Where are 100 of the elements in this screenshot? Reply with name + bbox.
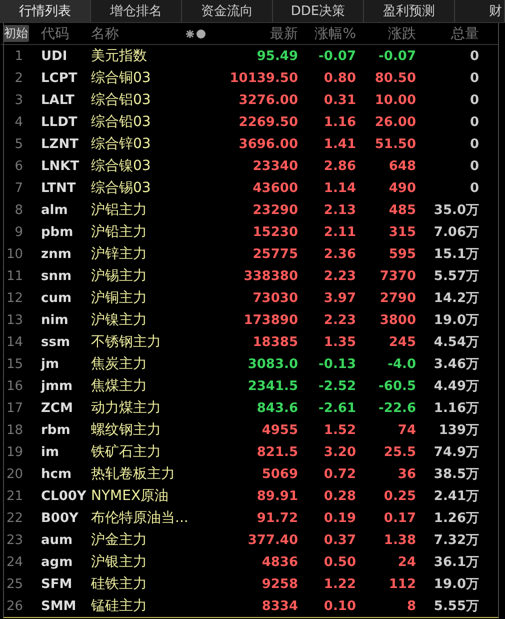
symbol-cell-text: agm — [40, 554, 74, 570]
tab[interactable]: 行情列表 — [0, 0, 91, 22]
name-cell-text: 综合镍03 — [91, 157, 152, 175]
name-cell-text: 综合铝03 — [91, 91, 152, 109]
row-number: 16 — [5, 378, 24, 394]
percent-change-cell-text: 1.14 — [322, 180, 356, 196]
change-cell-text: 8 — [406, 598, 416, 614]
price-cell-text: 91.72 — [256, 510, 298, 526]
column-header[interactable]: 代码 — [31, 24, 91, 42]
symbol-cell-text: ssm — [40, 334, 72, 350]
symbol-cell-text: hcm — [40, 466, 73, 482]
price-cell-text: 15230 — [252, 224, 298, 240]
change-cell-text: 2790 — [378, 290, 416, 306]
percent-change-cell-text: 0.10 — [322, 598, 356, 614]
column-header[interactable]: 涨跌 — [356, 24, 416, 42]
percent-change-cell-text: 0.37 — [322, 532, 356, 548]
name-cell-text: 沪铝主力 — [91, 201, 148, 219]
percent-change-cell-text: -0.13 — [318, 356, 356, 372]
change-cell-text: 26.00 — [374, 114, 416, 130]
change-cell-text: 245 — [388, 334, 416, 350]
column-header[interactable]: 名称 — [91, 24, 119, 42]
change-cell-text: 490 — [388, 180, 416, 196]
name-cell-text: 沪银主力 — [91, 553, 148, 571]
name-cell-text: 沪铅主力 — [91, 223, 148, 241]
row-number: 8 — [14, 202, 24, 218]
volume-cell-text: 5.55万 — [432, 598, 479, 615]
price-cell-text: 3696.00 — [238, 136, 298, 152]
symbol-cell-text: UDI — [40, 48, 68, 64]
row-number: 17 — [5, 400, 24, 416]
volume-cell-text: 7.06万 — [432, 224, 479, 241]
percent-change-cell-text: -2.52 — [318, 378, 356, 394]
symbol-cell-text: LALT — [40, 92, 76, 108]
name-cell-text: 美元指数 — [91, 47, 148, 65]
volume-cell-text: 0 — [468, 180, 479, 196]
volume-cell-text: 7.32万 — [432, 532, 479, 549]
name-cell-text: 综合铅03 — [91, 113, 152, 131]
volume-cell-text: 36.1万 — [432, 554, 479, 571]
change-cell-text: -0.07 — [378, 48, 416, 64]
row-number: 12 — [5, 290, 24, 306]
change-cell-text: 25.5 — [382, 444, 416, 460]
row-number: 24 — [5, 554, 24, 570]
volume-cell-text: 1.16万 — [432, 400, 479, 417]
volume-cell-text: 74.9万 — [432, 444, 479, 461]
price-cell-text: 18385 — [252, 334, 298, 350]
price-cell-text: 10139.50 — [228, 70, 298, 86]
volume-cell-text: 0 — [468, 136, 479, 152]
name-cell-text: 硅铁主力 — [91, 575, 148, 593]
percent-change-cell-text: 1.52 — [322, 422, 356, 438]
row-number: 25 — [5, 576, 24, 592]
name-cell-text: 螺纹钢主力 — [91, 421, 162, 439]
percent-change-cell-text: 1.35 — [322, 334, 356, 350]
row-number: 13 — [5, 312, 24, 328]
percent-change-cell-text: 0.19 — [322, 510, 356, 526]
row-number: 10 — [5, 246, 24, 262]
row-number: 11 — [5, 268, 24, 284]
percent-change-cell-text: 0.50 — [322, 554, 356, 570]
volume-cell-text: 19.0万 — [432, 576, 479, 593]
symbol-cell-text: rbm — [40, 422, 72, 438]
name-cell-text: 沪铜主力 — [91, 289, 148, 307]
price-cell-text: 843.6 — [256, 400, 298, 416]
column-header[interactable]: 涨幅% — [298, 24, 356, 42]
change-cell-text: 3800 — [378, 312, 416, 328]
symbol-cell-text: alm — [40, 202, 69, 218]
change-cell-text: 10.00 — [374, 92, 416, 108]
symbol-cell-text: LCPT — [40, 70, 78, 86]
price-cell-text: 4836 — [260, 554, 298, 570]
name-cell-text: 不锈钢主力 — [91, 333, 162, 351]
change-cell-text: -4.0 — [386, 356, 416, 372]
sort-icon[interactable] — [185, 28, 207, 38]
symbol-cell-text: znm — [40, 246, 72, 262]
percent-change-cell-text: 2.36 — [322, 246, 356, 262]
row-number: 6 — [14, 158, 24, 174]
volume-cell-text: 14.2万 — [432, 290, 479, 307]
price-cell-text: 3276.00 — [238, 92, 298, 108]
column-header[interactable]: 最新 — [211, 24, 298, 42]
change-cell-text: -60.5 — [378, 378, 416, 394]
price-cell-text: 821.5 — [256, 444, 298, 460]
price-cell-text: 43600 — [252, 180, 298, 196]
column-header[interactable]: 总量 — [416, 24, 479, 42]
price-cell-text: 5069 — [260, 466, 298, 482]
reset-button[interactable]: 初始 — [3, 25, 29, 42]
change-cell-text: 112 — [388, 576, 416, 592]
price-cell-text: 8334 — [260, 598, 298, 614]
price-cell-text: 3083.0 — [246, 356, 298, 372]
volume-cell-text: 4.54万 — [432, 334, 479, 351]
name-cell-text: 综合锌03 — [91, 135, 152, 153]
row-number: 19 — [5, 444, 24, 460]
percent-change-cell-text: -0.07 — [318, 48, 356, 64]
volume-cell-text: 5.57万 — [432, 268, 479, 285]
name-cell-text: 锰硅主力 — [91, 597, 148, 615]
name-cell-text: 动力煤主力 — [91, 399, 162, 417]
percent-change-cell-text: 3.20 — [322, 444, 356, 460]
row-number: 3 — [14, 92, 24, 108]
price-cell-text: 23290 — [252, 202, 298, 218]
row-number: 7 — [14, 180, 24, 196]
percent-change-cell-text: -2.61 — [318, 400, 356, 416]
volume-cell-text: 3.46万 — [432, 356, 479, 373]
volume-cell-text: 2.41万 — [432, 488, 479, 505]
percent-change-cell-text: 0.28 — [322, 488, 356, 504]
symbol-cell-text: nim — [40, 312, 70, 328]
